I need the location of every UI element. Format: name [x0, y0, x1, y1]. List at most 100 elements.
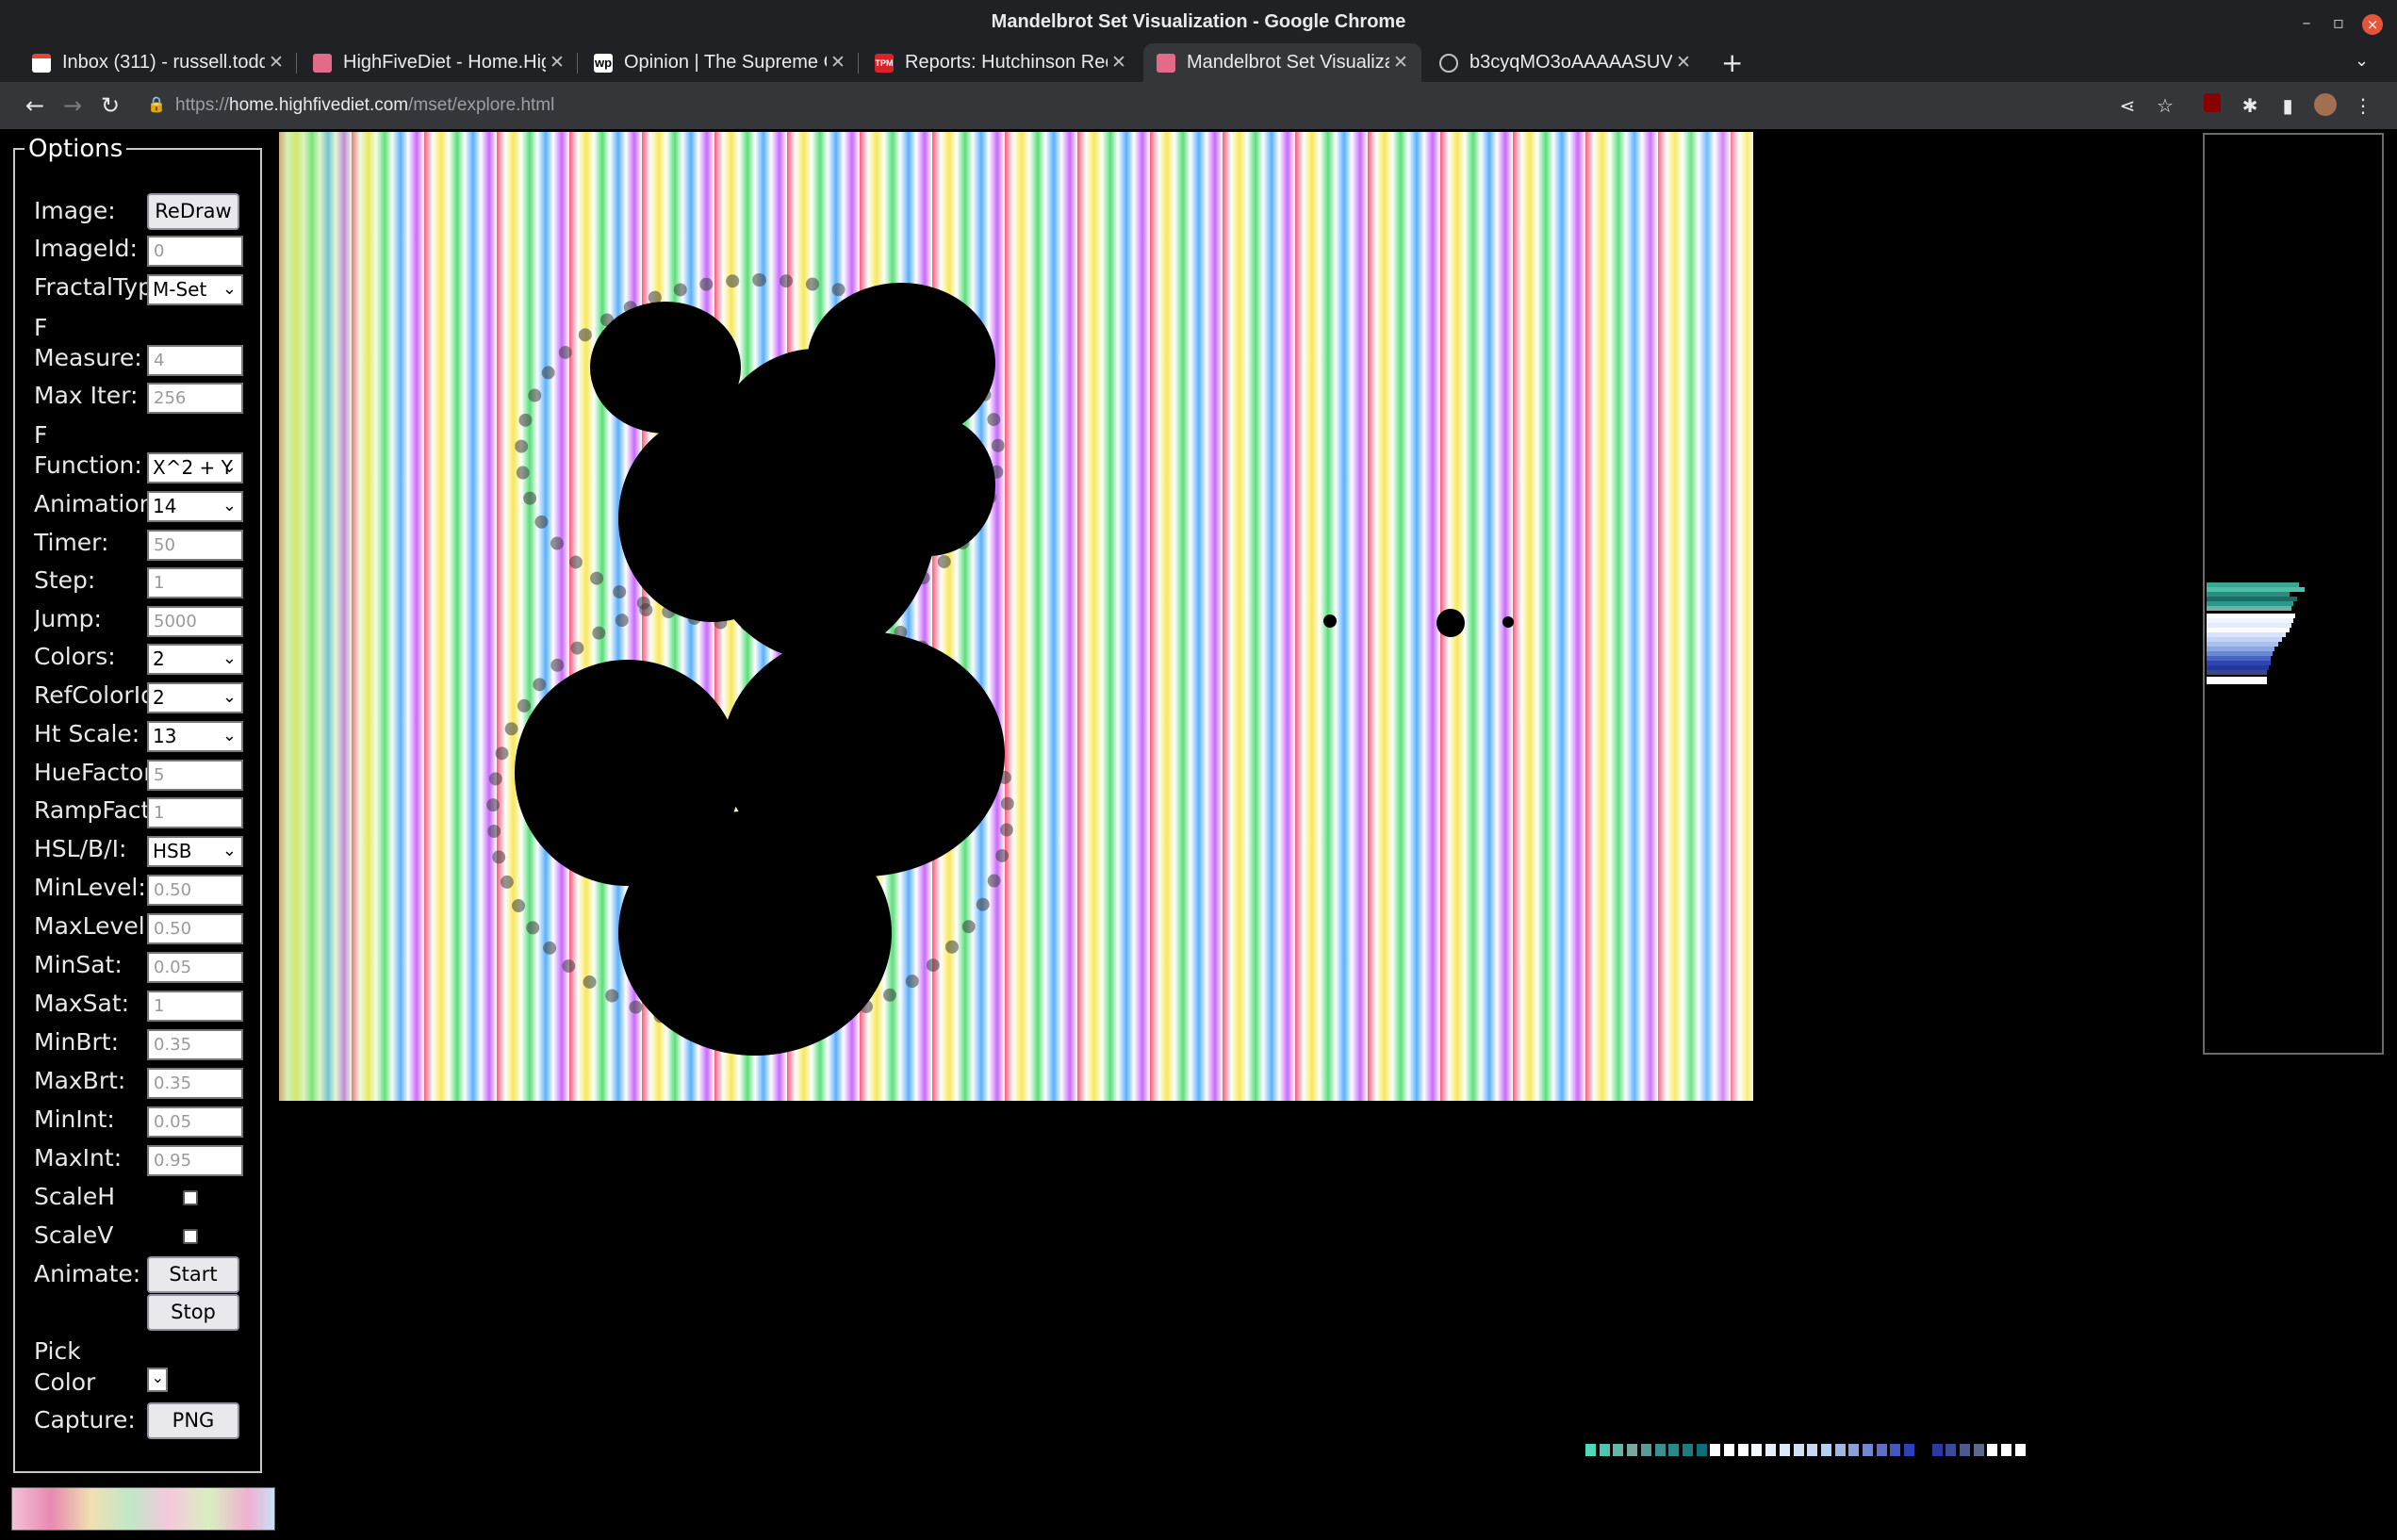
max-brt-input[interactable]: 0.35: [147, 1068, 243, 1099]
png-button[interactable]: PNG: [147, 1402, 239, 1439]
step-input[interactable]: 1: [147, 567, 243, 598]
side-panel-icon[interactable]: ▮: [2275, 93, 2300, 118]
share-icon[interactable]: ⋖: [2115, 93, 2140, 118]
ht-scale-select[interactable]: 13 ⌄: [147, 721, 243, 752]
close-tab-icon[interactable]: ✕: [1108, 52, 1130, 74]
palette-swatch[interactable]: [1848, 1444, 1860, 1456]
palette-swatch[interactable]: [1682, 1444, 1693, 1456]
animation-value: 14: [153, 495, 177, 517]
ramp-factor-input[interactable]: 1: [147, 797, 243, 828]
fractal-canvas[interactable]: [279, 132, 1753, 1101]
palette-swatch[interactable]: [1973, 1444, 1984, 1456]
tab-highfivediet[interactable]: HighFiveDiet - Home.High ✕: [300, 43, 578, 82]
back-icon[interactable]: ←: [19, 90, 51, 122]
profile-avatar[interactable]: [2313, 93, 2338, 118]
scale-v-checkbox[interactable]: [183, 1229, 198, 1244]
chevron-down-icon: ⌄: [222, 841, 237, 860]
palette-swatch[interactable]: [1834, 1444, 1846, 1456]
max-int-input[interactable]: 0.95: [147, 1145, 243, 1176]
palette-swatch[interactable]: [1890, 1444, 1901, 1456]
tab-inbox[interactable]: Inbox (311) - russell.todd ✕: [19, 43, 297, 82]
palette-swatch[interactable]: [1820, 1444, 1831, 1456]
palette-swatch[interactable]: [1599, 1444, 1610, 1456]
f-measure-input[interactable]: 4: [147, 345, 243, 376]
tab-opinion[interactable]: wp Opinion | The Supreme Co ✕: [581, 43, 859, 82]
image-id-label: ImageId:: [34, 235, 138, 262]
ref-color-select[interactable]: 2 ⌄: [147, 682, 243, 713]
pick-color-select[interactable]: ⌄: [147, 1368, 168, 1392]
hsl-value: HSB: [153, 840, 192, 862]
tab-mandelbrot[interactable]: Mandelbrot Set Visualizat ✕: [1143, 43, 1421, 82]
animation-select[interactable]: 14 ⌄: [147, 491, 243, 522]
palette-swatch[interactable]: [1917, 1444, 1929, 1456]
palette-swatch[interactable]: [1931, 1444, 1943, 1456]
image-id-input[interactable]: 0: [147, 236, 243, 267]
palette-swatch[interactable]: [1654, 1444, 1666, 1456]
extensions-icon[interactable]: ✱: [2238, 93, 2262, 118]
tpm-favicon-icon: TPM: [875, 53, 894, 73]
palette-swatch[interactable]: [1793, 1444, 1804, 1456]
palette-swatch[interactable]: [1876, 1444, 1887, 1456]
stop-button[interactable]: Stop: [147, 1294, 239, 1331]
min-sat-input[interactable]: 0.05: [147, 952, 243, 983]
tab-reports[interactable]: TPM Reports: Hutchinson Rece ✕: [862, 43, 1140, 82]
palette-swatch[interactable]: [1668, 1444, 1680, 1456]
menu-icon[interactable]: ⋮: [2351, 93, 2375, 118]
palette-swatch[interactable]: [1640, 1444, 1651, 1456]
palette-swatch[interactable]: [1710, 1444, 1721, 1456]
palette-swatch[interactable]: [1627, 1444, 1638, 1456]
palette-swatch[interactable]: [2014, 1444, 2026, 1456]
close-tab-icon[interactable]: ✕: [1389, 52, 1412, 74]
palette-swatch[interactable]: [1765, 1444, 1777, 1456]
new-tab-icon[interactable]: +: [1721, 47, 1743, 78]
palette-swatch[interactable]: [1696, 1444, 1707, 1456]
f-function-select[interactable]: X^2 + Y ⌄: [147, 452, 243, 483]
tab-b3cyq[interactable]: b3cyqMO3oAAAAASUVO ✕: [1426, 43, 1704, 82]
maximize-icon[interactable]: ▫: [2324, 9, 2353, 38]
ublock-icon[interactable]: [2200, 93, 2225, 118]
max-iter-input[interactable]: 256: [147, 383, 243, 414]
palette-swatch[interactable]: [1904, 1444, 1915, 1456]
min-brt-input[interactable]: 0.35: [147, 1029, 243, 1060]
palette-swatch[interactable]: [1959, 1444, 1970, 1456]
min-level-input[interactable]: 0.50: [147, 875, 243, 906]
forward-icon[interactable]: →: [57, 90, 89, 122]
palette-swatch[interactable]: [1737, 1444, 1748, 1456]
chevron-down-icon: ⌄: [222, 279, 237, 299]
palette-swatch[interactable]: [1946, 1444, 1957, 1456]
tab-search-icon[interactable]: ⌄: [2355, 51, 2369, 71]
minimize-icon[interactable]: –: [2292, 9, 2321, 38]
colors-select[interactable]: 2 ⌄: [147, 644, 243, 675]
palette-swatch[interactable]: [2001, 1444, 2011, 1456]
ht-scale-value: 13: [153, 725, 177, 747]
palette-swatch[interactable]: [1613, 1444, 1624, 1456]
palette-swatch[interactable]: [1751, 1444, 1763, 1456]
hsl-select[interactable]: HSB ⌄: [147, 836, 243, 867]
close-tab-icon[interactable]: ✕: [265, 52, 287, 74]
fractal-type-select[interactable]: M-Set ⌄: [147, 274, 243, 305]
palette-swatch[interactable]: [1779, 1444, 1790, 1456]
tab-label: Inbox (311) - russell.todd: [62, 52, 265, 73]
bookmark-star-icon[interactable]: ☆: [2153, 93, 2177, 118]
hue-factor-input[interactable]: 5: [147, 760, 243, 791]
palette-swatch[interactable]: [1987, 1444, 1998, 1456]
close-tab-icon[interactable]: ✕: [546, 52, 568, 74]
max-level-input[interactable]: 0.50: [147, 913, 243, 944]
palette-swatch[interactable]: [1863, 1444, 1873, 1456]
palette-swatch[interactable]: [1585, 1444, 1596, 1456]
timer-input[interactable]: 50: [147, 530, 243, 561]
reload-icon[interactable]: ↻: [94, 90, 126, 122]
history-thumbnail-strip[interactable]: [11, 1487, 275, 1531]
address-bar[interactable]: 🔒 https://home.highfivediet.com/mset/exp…: [132, 88, 2187, 123]
max-sat-input[interactable]: 1: [147, 991, 243, 1022]
min-int-input[interactable]: 0.05: [147, 1106, 243, 1138]
start-button[interactable]: Start: [147, 1256, 239, 1293]
palette-swatch[interactable]: [1807, 1444, 1818, 1456]
scale-h-checkbox[interactable]: [183, 1190, 198, 1205]
redraw-button[interactable]: ReDraw: [147, 193, 239, 230]
close-icon[interactable]: ×: [2362, 14, 2383, 35]
palette-swatch[interactable]: [1724, 1444, 1734, 1456]
jump-input[interactable]: 5000: [147, 606, 243, 637]
close-tab-icon[interactable]: ✕: [1672, 52, 1695, 74]
close-tab-icon[interactable]: ✕: [827, 52, 849, 74]
